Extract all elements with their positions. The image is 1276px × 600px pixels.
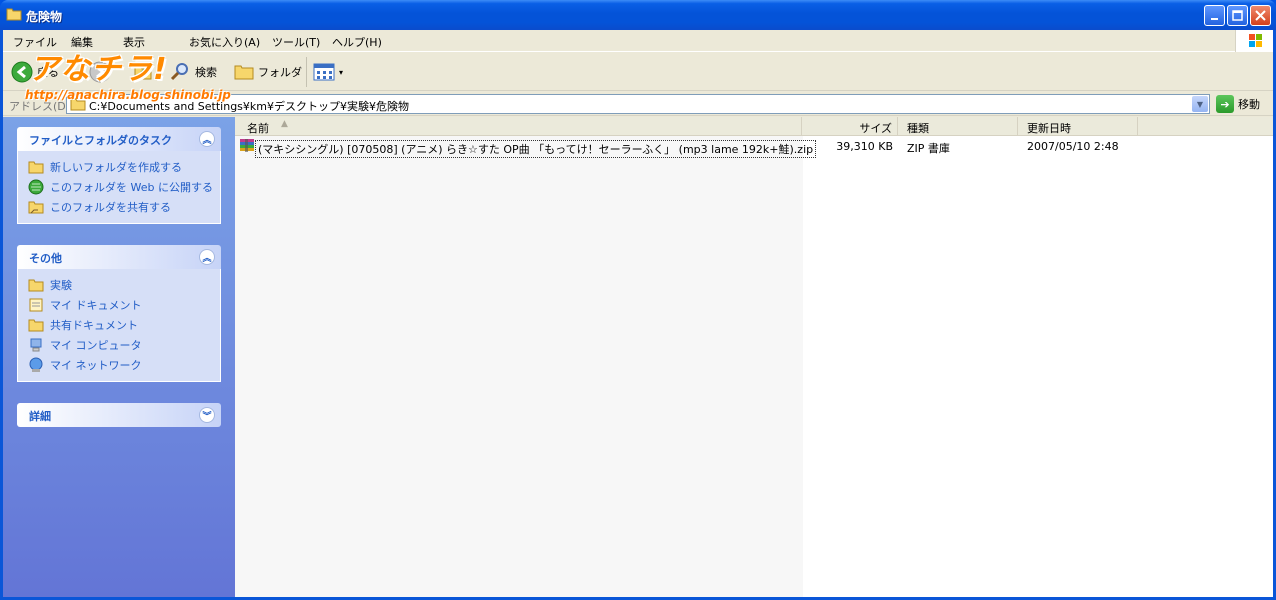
place-label: マイ コンピュータ: [50, 339, 142, 352]
task-publish-web[interactable]: このフォルダを Web に公開する: [28, 177, 220, 197]
column-type[interactable]: 種類: [898, 117, 1018, 136]
place-label: 共有ドキュメント: [50, 319, 138, 332]
computer-icon: [28, 337, 44, 353]
window-title: 危険物: [26, 10, 63, 24]
sort-ascending-icon: ▲: [281, 119, 288, 129]
task-label: このフォルダを共有する: [50, 201, 171, 214]
column-size[interactable]: サイズ: [802, 117, 898, 136]
shared-folder-icon: [28, 199, 44, 215]
close-button[interactable]: [1250, 5, 1271, 26]
windows-flag-icon: [1249, 34, 1262, 47]
file-size: 39,310 KB: [836, 140, 893, 153]
watermark-url: http://anachira.blog.shinobi.jp: [25, 88, 231, 102]
network-icon: [28, 357, 44, 373]
panel-body: 新しいフォルダを作成する このフォルダを Web に公開する このフォルダを共有…: [17, 151, 221, 224]
menu-bar: ファイル 編集 表示 お気に入り(A) ツール(T) ヘルプ(H): [3, 30, 1273, 52]
globe-icon: [28, 179, 44, 195]
place-my-computer[interactable]: マイ コンピュータ: [28, 335, 220, 355]
panel-title: 詳細: [29, 410, 51, 423]
minimize-icon: [1210, 17, 1218, 20]
views-button[interactable]: ▾: [313, 59, 343, 85]
file-list: 名前 ▲ サイズ 種類 更新日時 (マキシシングル) [070508] (アニメ…: [235, 117, 1273, 597]
panel-other-places: その他 ︽ 実験 マイ ドキュメント 共有ドキュメント マイ コンピュータ マイ…: [17, 245, 221, 382]
column-label: 更新日時: [1027, 122, 1071, 135]
maximize-icon: [1232, 10, 1243, 21]
file-modified: 2007/05/10 2:48: [1027, 140, 1119, 153]
folders-label: フォルダ: [258, 66, 302, 79]
place-label: マイ ネットワーク: [50, 359, 142, 372]
collapse-icon[interactable]: ︽: [199, 131, 215, 147]
toolbar: 戻る 検索 フォルダ ▾: [3, 53, 1273, 91]
search-icon: [170, 63, 188, 81]
new-folder-icon: [28, 159, 44, 175]
file-type: ZIP 書庫: [907, 142, 950, 155]
menu-help[interactable]: ヘルプ(H): [332, 34, 382, 50]
place-label: マイ ドキュメント: [50, 299, 142, 312]
panel-header[interactable]: 詳細 ︾: [17, 403, 221, 427]
panel-details: 詳細 ︾: [17, 403, 221, 427]
task-label: 新しいフォルダを作成する: [50, 161, 182, 174]
address-input[interactable]: C:¥Documents and Settings¥km¥デスクトップ¥実験¥危…: [66, 94, 1210, 114]
column-label: サイズ: [859, 122, 892, 135]
close-icon: [1255, 10, 1266, 21]
folders-icon: [234, 65, 254, 80]
my-documents-icon: [28, 297, 44, 313]
folder-icon: [28, 317, 44, 333]
collapse-icon[interactable]: ︽: [199, 249, 215, 265]
window-body: ファイル 編集 表示 お気に入り(A) ツール(T) ヘルプ(H) 戻る 検索 …: [3, 30, 1273, 597]
panel-title: その他: [29, 252, 62, 265]
panel-header[interactable]: その他 ︽: [17, 245, 221, 269]
menu-tools[interactable]: ツール(T): [272, 34, 320, 50]
windows-logo: [1235, 30, 1273, 52]
maximize-button[interactable]: [1227, 5, 1248, 26]
title-bar[interactable]: 危険物: [0, 0, 1276, 30]
chevron-down-icon: ▾: [339, 67, 344, 77]
expand-icon[interactable]: ︾: [199, 407, 215, 423]
column-header: 名前 ▲ サイズ 種類 更新日時: [235, 117, 1273, 136]
place-shared-documents[interactable]: 共有ドキュメント: [28, 315, 220, 335]
column-name[interactable]: 名前 ▲: [235, 117, 802, 136]
search-button[interactable]: 検索: [169, 59, 217, 85]
minimize-button[interactable]: [1204, 5, 1225, 26]
place-jikken[interactable]: 実験: [28, 275, 220, 295]
panel-header[interactable]: ファイルとフォルダのタスク ︽: [17, 127, 221, 151]
folders-button[interactable]: フォルダ: [234, 59, 302, 85]
panel-title: ファイルとフォルダのタスク: [29, 134, 172, 147]
sorted-column-highlight: [235, 136, 803, 597]
place-my-documents[interactable]: マイ ドキュメント: [28, 295, 220, 315]
column-label: 種類: [907, 122, 929, 135]
search-label: 検索: [195, 66, 217, 79]
go-button[interactable]: ➔ 移動: [1216, 95, 1260, 113]
table-row[interactable]: (マキシシングル) [070508] (アニメ) らき☆すた OP曲 「もってけ…: [235, 138, 1273, 158]
explorer-window: 危険物 ファイル 編集 表示 お気に入り(A) ツール(T) ヘルプ(H) 戻る…: [0, 0, 1276, 600]
watermark-logo: アなチラ!: [29, 52, 168, 87]
go-arrow-icon: ➔: [1216, 95, 1234, 113]
place-label: 実験: [50, 279, 72, 292]
folder-icon: [6, 8, 22, 21]
place-my-network[interactable]: マイ ネットワーク: [28, 355, 220, 375]
folder-icon: [28, 277, 44, 293]
toolbar-separator: [306, 57, 307, 87]
file-name[interactable]: (マキシシングル) [070508] (アニメ) らき☆すた OP曲 「もってけ…: [255, 140, 817, 158]
address-dropdown-button[interactable]: ▼: [1192, 96, 1208, 112]
zip-archive-icon: [240, 139, 254, 152]
views-grid-icon: [313, 63, 335, 81]
task-new-folder[interactable]: 新しいフォルダを作成する: [28, 157, 220, 177]
task-label: このフォルダを Web に公開する: [50, 181, 213, 194]
task-share-folder[interactable]: このフォルダを共有する: [28, 197, 220, 217]
column-modified[interactable]: 更新日時: [1018, 117, 1138, 136]
task-pane: ファイルとフォルダのタスク ︽ 新しいフォルダを作成する このフォルダを Web…: [3, 117, 235, 597]
chevron-down-icon: ▼: [1196, 99, 1204, 109]
panel-body: 実験 マイ ドキュメント 共有ドキュメント マイ コンピュータ マイ ネットワー…: [17, 269, 221, 382]
go-label: 移動: [1238, 98, 1260, 111]
column-label: 名前: [247, 122, 269, 135]
menu-favorites[interactable]: お気に入り(A): [189, 34, 260, 50]
panel-file-tasks: ファイルとフォルダのタスク ︽ 新しいフォルダを作成する このフォルダを Web…: [17, 127, 221, 224]
